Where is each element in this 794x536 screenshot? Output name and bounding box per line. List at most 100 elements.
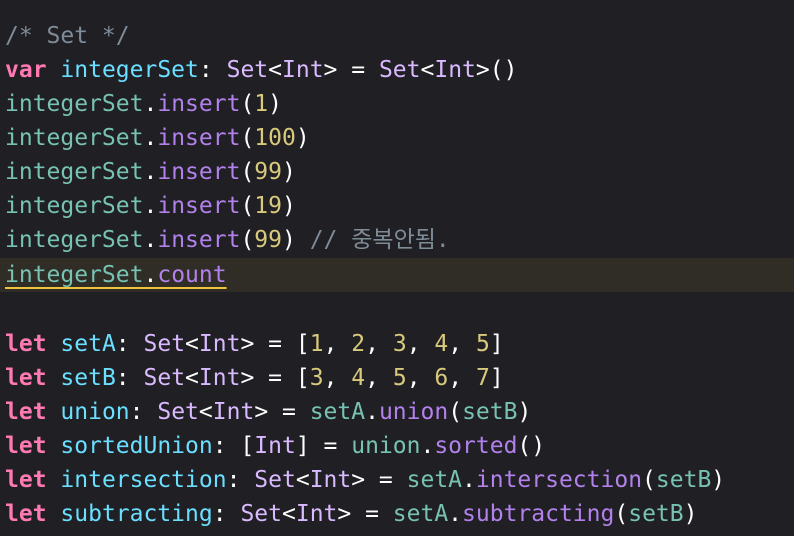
punctuation-token: < xyxy=(420,57,435,83)
variable-token: integerSet xyxy=(5,262,144,288)
punctuation-token: > = xyxy=(323,57,379,83)
punctuation-token: ( xyxy=(240,159,255,185)
keyword-token: let xyxy=(5,501,47,527)
number-token: 99 xyxy=(254,159,282,185)
keyword-token: let xyxy=(5,331,47,357)
variable-token: union xyxy=(351,433,421,459)
punctuation-token: ( xyxy=(240,125,255,151)
code-line-15[interactable]: let subtracting: Set<Int> = setA.subtrac… xyxy=(5,497,697,531)
member-token: insert xyxy=(157,159,241,185)
identifier-token: sortedUnion xyxy=(60,433,213,459)
number-token: 4 xyxy=(434,331,449,357)
code-line-3[interactable]: integerSet.insert(1) xyxy=(5,87,282,121)
identifier-token: subtracting xyxy=(60,501,213,527)
member-token: count xyxy=(157,262,227,288)
punctuation-token: , xyxy=(406,365,435,391)
code-line-10[interactable]: let setA: Set<Int> = [1, 2, 3, 4, 5] xyxy=(5,327,504,361)
punctuation-token: ) xyxy=(683,501,698,527)
punctuation-token: > = [ xyxy=(240,365,310,391)
member-token: insert xyxy=(157,125,241,151)
keyword-token: let xyxy=(5,433,47,459)
punctuation-token: ( xyxy=(240,91,255,117)
code-line-14[interactable]: let intersection: Set<Int> = setA.inters… xyxy=(5,463,725,497)
punctuation-token: < xyxy=(185,365,199,391)
member-token: union xyxy=(378,399,449,425)
type-token: Set xyxy=(143,365,186,391)
punctuation-token: < xyxy=(281,501,296,527)
punctuation-token: : xyxy=(115,331,144,357)
variable-token: setA xyxy=(406,467,463,493)
type-token: Int xyxy=(198,331,241,357)
number-token: 1 xyxy=(309,331,324,357)
punctuation-token xyxy=(47,57,61,83)
number-token: 6 xyxy=(434,365,449,391)
punctuation-token: ] xyxy=(489,331,504,357)
punctuation-token: < xyxy=(295,467,310,493)
type-token: Int xyxy=(295,501,338,527)
punctuation-token: . xyxy=(143,193,158,219)
variable-token: integerSet xyxy=(5,159,144,185)
punctuation-token: ] = xyxy=(295,433,352,459)
keyword-token: let xyxy=(5,467,47,493)
punctuation-token: ) xyxy=(268,91,283,117)
identifier-token: setB xyxy=(60,365,116,391)
punctuation-token: > = xyxy=(351,467,407,493)
type-token: Int xyxy=(212,399,255,425)
code-editor[interactable]: /* Set */ var integerSet: Set<Int> = Set… xyxy=(0,0,794,536)
punctuation-token: < xyxy=(268,57,282,83)
variable-token: setB xyxy=(628,501,684,527)
punctuation-token: ( xyxy=(240,227,255,253)
code-line-4[interactable]: integerSet.insert(100) xyxy=(5,121,310,155)
punctuation-token: ( xyxy=(614,501,629,527)
number-token: 99 xyxy=(254,227,282,253)
type-token: Int xyxy=(309,467,352,493)
punctuation-token: ) xyxy=(711,467,726,493)
keyword-token: var xyxy=(5,57,47,83)
punctuation-token: > = [ xyxy=(240,331,310,357)
punctuation-token: < xyxy=(185,331,199,357)
punctuation-token: . xyxy=(143,125,158,151)
punctuation-token xyxy=(47,331,61,357)
punctuation-token: > = xyxy=(254,399,310,425)
punctuation-token: : xyxy=(198,57,227,83)
identifier-token: integerSet xyxy=(60,57,199,83)
code-line-8-current[interactable]: integerSet.count xyxy=(0,258,794,292)
type-token: Int xyxy=(254,433,296,459)
punctuation-token: , xyxy=(323,331,352,357)
keyword-token: let xyxy=(5,365,47,391)
number-token: 3 xyxy=(392,331,407,357)
punctuation-token: . xyxy=(143,227,158,253)
punctuation-token: : [ xyxy=(212,433,255,459)
code-line-12[interactable]: let union: Set<Int> = setA.union(setB) xyxy=(5,395,531,429)
identifier-token: setA xyxy=(60,331,116,357)
type-token: Int xyxy=(198,365,241,391)
keyword-token: let xyxy=(5,399,47,425)
number-token: 4 xyxy=(351,365,366,391)
code-line-7[interactable]: integerSet.insert(99) // 중복안됨. xyxy=(5,223,450,257)
punctuation-token: . xyxy=(143,91,158,117)
punctuation-token: , xyxy=(365,365,393,391)
code-line-5[interactable]: integerSet.insert(99) xyxy=(5,155,296,189)
punctuation-token: ) xyxy=(517,399,532,425)
variable-token: integerSet xyxy=(5,125,144,151)
code-line-13[interactable]: let sortedUnion: [Int] = union.sorted() xyxy=(5,429,545,463)
number-token: 7 xyxy=(475,365,490,391)
variable-token: setA xyxy=(309,399,366,425)
code-line-1[interactable]: /* Set */ xyxy=(5,19,130,53)
punctuation-token xyxy=(47,501,61,527)
code-line-6[interactable]: integerSet.insert(19) xyxy=(5,189,296,223)
type-token: Int xyxy=(434,57,476,83)
member-token: sorted xyxy=(434,433,518,459)
type-token: Set xyxy=(226,57,269,83)
comment-token: /* Set */ xyxy=(5,23,130,49)
punctuation-token: () xyxy=(517,433,546,459)
punctuation-token xyxy=(47,467,61,493)
member-token: insert xyxy=(157,227,241,253)
code-line-2[interactable]: var integerSet: Set<Int> = Set<Int>() xyxy=(5,53,517,87)
code-line-11[interactable]: let setB: Set<Int> = [3, 4, 5, 6, 7] xyxy=(5,361,504,395)
punctuation-token: . xyxy=(420,433,435,459)
punctuation-token: . xyxy=(462,467,476,493)
identifier-token: union xyxy=(60,399,130,425)
punctuation-token: : xyxy=(226,467,255,493)
punctuation-token: . xyxy=(365,399,379,425)
